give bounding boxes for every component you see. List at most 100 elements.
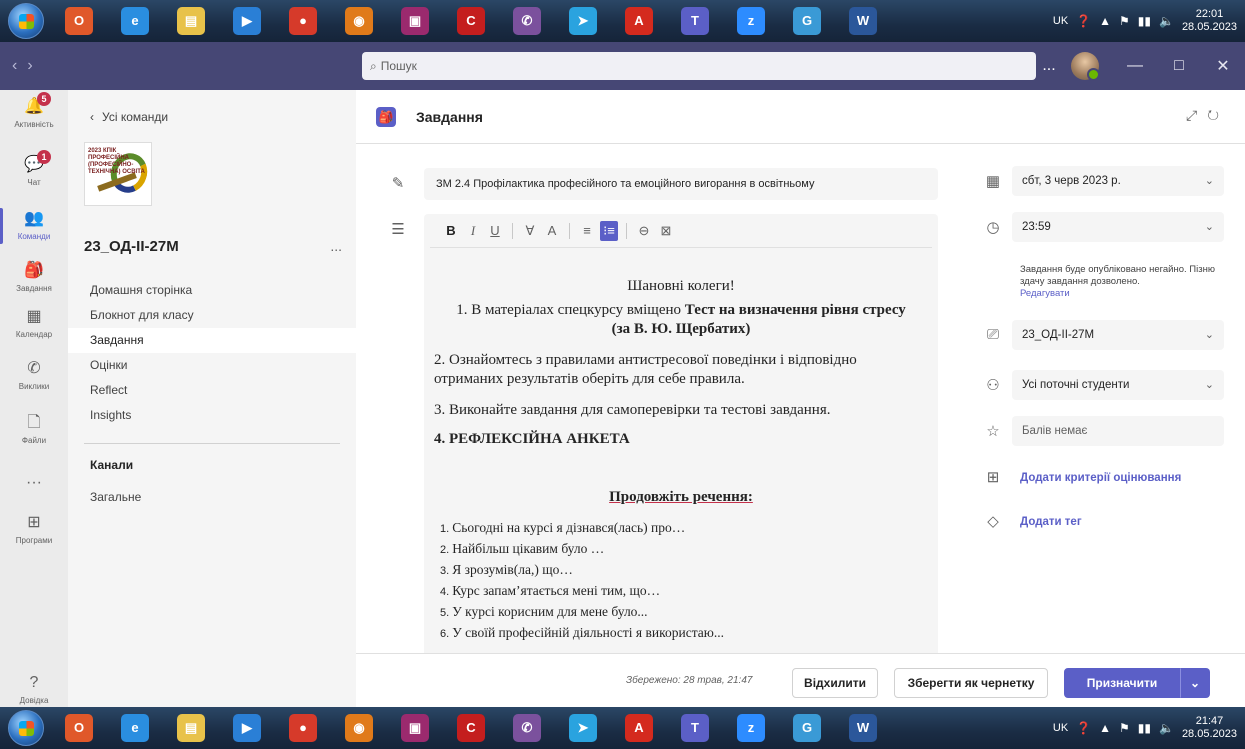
- tray-chevron-icon[interactable]: ▲: [1099, 14, 1111, 28]
- instructions-content[interactable]: Шановні колеги! 1. В матеріалах спецкурс…: [424, 278, 938, 644]
- taskbar-acrobat-button[interactable]: A: [614, 2, 664, 40]
- rail-more[interactable]: ···: [0, 472, 68, 496]
- taskbar-zoom-button[interactable]: z: [726, 2, 776, 40]
- sidebar-item[interactable]: Завдання: [68, 328, 356, 353]
- taskbar-red-app-button[interactable]: C: [446, 709, 496, 747]
- flag-icon[interactable]: ⚑: [1119, 721, 1130, 735]
- taskbar-file-explorer-button[interactable]: ▤: [166, 709, 216, 747]
- toolbar-button[interactable]: U: [486, 221, 504, 241]
- start-button[interactable]: [8, 3, 44, 39]
- close-button[interactable]: ✕: [1201, 56, 1245, 76]
- taskbar-internet-explorer-button[interactable]: e: [110, 2, 160, 40]
- channel-general[interactable]: Загальне: [90, 490, 141, 504]
- taskbar-teams-button[interactable]: T: [670, 709, 720, 747]
- sidebar-item[interactable]: Оцінки: [68, 353, 356, 378]
- taskbar-telegram-button[interactable]: ➤: [558, 709, 608, 747]
- settings-more-button[interactable]: ...: [1029, 57, 1069, 75]
- toolbar-button[interactable]: A: [543, 221, 561, 241]
- start-button[interactable]: [8, 710, 44, 746]
- taskbar-teams-button[interactable]: T: [670, 2, 720, 40]
- sidebar-item[interactable]: Домашня сторінка: [68, 278, 356, 303]
- toolbar-button[interactable]: ∀: [521, 221, 539, 241]
- toolbar-button[interactable]: ⊠: [657, 221, 675, 241]
- taskbar-red-app-button[interactable]: C: [446, 2, 496, 40]
- rail-teams[interactable]: 👥 Команди: [0, 208, 68, 244]
- clock[interactable]: 22:01 28.05.2023: [1182, 8, 1237, 34]
- points-input[interactable]: Балів немає: [1012, 416, 1224, 446]
- due-time-picker[interactable]: 23:59 ⌄: [1012, 212, 1224, 242]
- refresh-icon[interactable]: ↻: [1207, 107, 1229, 123]
- toolbar-button[interactable]: ⊖: [635, 221, 653, 241]
- taskbar-zoom-button[interactable]: z: [726, 709, 776, 747]
- taskbar-file-explorer-button[interactable]: ▤: [166, 2, 216, 40]
- class-select[interactable]: 23_ОД-ІІ-27М ⌄: [1012, 320, 1224, 350]
- students-select[interactable]: Усі поточні студенти ⌄: [1012, 370, 1224, 400]
- taskbar-chrome-button[interactable]: ●: [278, 709, 328, 747]
- taskbar-word-button[interactable]: W: [838, 2, 888, 40]
- taskbar-word-button[interactable]: W: [838, 709, 888, 747]
- taskbar-media-player-button[interactable]: ▶: [222, 2, 272, 40]
- search-box[interactable]: ⌕ Пошук: [362, 52, 1036, 80]
- taskbar-firefox-button[interactable]: ◉: [334, 2, 384, 40]
- taskbar-color-app-button[interactable]: G: [782, 709, 832, 747]
- add-tag-link[interactable]: Додати тег: [1020, 516, 1082, 528]
- taskbar-save-disk-button[interactable]: ▣: [390, 2, 440, 40]
- edit-schedule-link[interactable]: Редагувати: [1020, 288, 1230, 300]
- taskbar-telegram-button[interactable]: ➤: [558, 2, 608, 40]
- taskbar-office-app-button[interactable]: O: [54, 2, 104, 40]
- taskbar-media-player-button[interactable]: ▶: [222, 709, 272, 747]
- rail-apps[interactable]: ⊞ Програми: [0, 512, 68, 545]
- volume-icon[interactable]: 🔈: [1159, 14, 1174, 28]
- rail-calendar[interactable]: ▦ Календар: [0, 306, 68, 339]
- taskbar-chrome-button[interactable]: ●: [278, 2, 328, 40]
- assign-menu-button[interactable]: ⌄: [1180, 668, 1210, 698]
- save-draft-button[interactable]: Зберегти як чернетку: [894, 668, 1048, 698]
- toolbar-button[interactable]: ≡: [578, 221, 596, 241]
- tray-chevron-icon[interactable]: ▲: [1099, 721, 1111, 735]
- maximize-button[interactable]: □: [1157, 57, 1201, 75]
- discard-button[interactable]: Відхилити: [792, 668, 878, 698]
- rail-help[interactable]: ? Довідка: [0, 672, 68, 705]
- sidebar-item[interactable]: Insights: [68, 403, 356, 428]
- forward-arrow-icon[interactable]: ›: [27, 57, 42, 74]
- taskbar-color-app-button[interactable]: G: [782, 2, 832, 40]
- help-tray-icon[interactable]: ❓: [1076, 721, 1091, 735]
- clock[interactable]: 21:47 28.05.2023: [1182, 715, 1237, 741]
- toolbar-button[interactable]: B: [442, 221, 460, 241]
- toolbar-button[interactable]: ⁝≡: [600, 220, 618, 241]
- toolbar-button[interactable]: I: [464, 221, 482, 241]
- search-input[interactable]: Пошук: [381, 59, 417, 73]
- rail-assignments[interactable]: 🎒 Завдання: [0, 260, 68, 293]
- taskbar-firefox-button[interactable]: ◉: [334, 709, 384, 747]
- language-indicator[interactable]: UK: [1053, 15, 1068, 27]
- instructions-editor[interactable]: B I U ∀ A ≡ ⁝≡ ⊖ ⊠ Шановні колеги! 1. В матеріал…: [424, 214, 938, 653]
- rail-bell[interactable]: 🔔 5 Активність: [0, 92, 68, 129]
- add-rubric-link[interactable]: Додати критерії оцінювання: [1020, 472, 1181, 484]
- rail-file[interactable]: 🗋 Файли: [0, 412, 68, 445]
- rail-phone[interactable]: ✆ Виклики: [0, 358, 68, 391]
- taskbar-internet-explorer-button[interactable]: e: [110, 709, 160, 747]
- help-tray-icon[interactable]: ❓: [1076, 14, 1091, 28]
- taskbar-viber-button[interactable]: ✆: [502, 709, 552, 747]
- network-icon[interactable]: ▮▮: [1138, 721, 1151, 735]
- due-date-picker[interactable]: сбт, 3 черв 2023 р. ⌄: [1012, 166, 1224, 196]
- minimize-button[interactable]: —: [1113, 57, 1157, 75]
- taskbar-office-app-button[interactable]: O: [54, 709, 104, 747]
- assign-button[interactable]: Призначити: [1064, 668, 1180, 698]
- back-to-teams-link[interactable]: ‹ Усі команди: [90, 110, 168, 124]
- flag-icon[interactable]: ⚑: [1119, 14, 1130, 28]
- language-indicator[interactable]: UK: [1053, 722, 1068, 734]
- volume-icon[interactable]: 🔈: [1159, 721, 1174, 735]
- team-more-options-button[interactable]: ...: [330, 238, 342, 254]
- avatar[interactable]: [1071, 52, 1100, 81]
- back-arrow-icon[interactable]: ‹: [12, 57, 27, 74]
- network-icon[interactable]: ▮▮: [1138, 14, 1151, 28]
- assignment-title-input[interactable]: ЗМ 2.4 Профілактика професійного та емоц…: [424, 168, 938, 200]
- taskbar-save-disk-button[interactable]: ▣: [390, 709, 440, 747]
- expand-icon[interactable]: ⤢: [1186, 107, 1207, 123]
- sidebar-item[interactable]: Reflect: [68, 378, 356, 403]
- taskbar-acrobat-button[interactable]: A: [614, 709, 664, 747]
- taskbar-viber-button[interactable]: ✆: [502, 2, 552, 40]
- sidebar-item[interactable]: Блокнот для класу: [68, 303, 356, 328]
- rail-chat[interactable]: 💬 1 Чат: [0, 150, 68, 187]
